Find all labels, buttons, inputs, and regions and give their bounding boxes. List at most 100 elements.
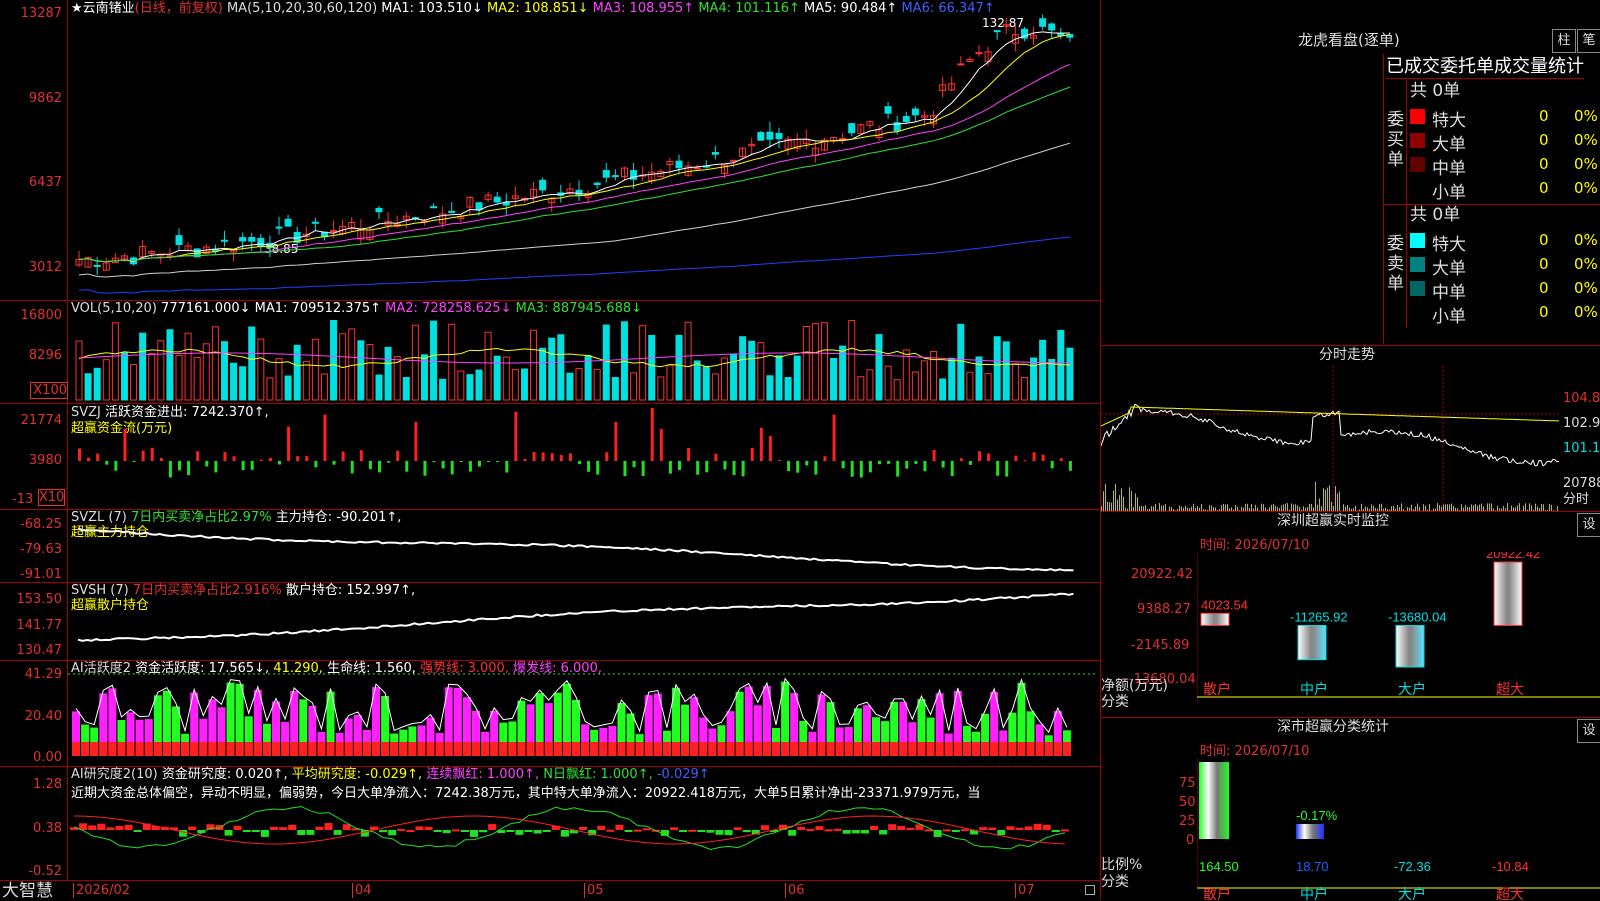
ma-line <box>79 64 1070 261</box>
candle <box>94 265 100 266</box>
activity-base <box>1054 742 1062 756</box>
activity-base <box>1027 742 1035 756</box>
fenshi-volume <box>1169 507 1170 511</box>
activity-base <box>627 742 635 756</box>
activity-base <box>299 742 307 756</box>
activity-base <box>127 742 135 756</box>
monitor-x-title: 分类 <box>1101 695 1129 710</box>
volume-bar <box>294 345 300 400</box>
buy-total: 共 0单 <box>1410 82 1460 101</box>
right-panel[interactable]: 龙虎看盘(逐单) 柱 笔 已成交委托单成交量统计 委买单 共 0单 特大00%大… <box>1101 0 1600 900</box>
research-bar <box>225 830 233 836</box>
fenshi-volume <box>1345 506 1346 511</box>
svsh-panel[interactable]: 153.50 141.77 130.47 SVSH (7) 7日内买卖净占比2.… <box>0 582 1100 661</box>
flow-bar <box>423 461 426 476</box>
activity-base <box>145 742 153 756</box>
flow-bar <box>878 461 881 464</box>
flow-bar <box>905 461 908 469</box>
monitor-category: 超大 <box>1496 681 1524 697</box>
volume-bar <box>485 332 491 400</box>
fenshi-volume <box>1539 508 1540 511</box>
stats-settings-button[interactable]: 设 <box>1577 719 1600 743</box>
x-axis: 大智慧 2026/02 04 05 06 07 <box>0 880 1100 901</box>
volume-bar <box>1012 364 1018 400</box>
activity-base <box>163 742 171 756</box>
volume-bar <box>985 373 991 400</box>
activity-base <box>590 742 598 756</box>
volume-bar <box>476 370 482 400</box>
activity-base <box>817 742 825 756</box>
volume-bar <box>1049 359 1055 400</box>
fenshi-volume <box>1321 506 1322 511</box>
fenshi-volume <box>1449 504 1450 511</box>
fenshi-volume <box>1535 504 1536 511</box>
activity-base <box>227 742 235 756</box>
research-bar <box>252 830 260 832</box>
activity-base <box>617 742 625 756</box>
research-bar <box>634 830 642 832</box>
volume-bar <box>749 341 755 400</box>
activity-base <box>572 742 580 756</box>
activity-base <box>181 742 189 756</box>
volume-bar <box>921 361 927 400</box>
flow-bar <box>242 461 245 470</box>
volume-panel[interactable]: 16800 8296 X100 VOL(5,10,20) 777161.000↓… <box>0 300 1100 404</box>
ai-activity-panel[interactable]: 41.29 20.40 0.00 AI活跃度2 资金活跃度: 17.565↓, … <box>0 660 1100 767</box>
fenshi-volume <box>1121 488 1122 511</box>
stats-value: -10.84 <box>1492 859 1529 874</box>
svzj-panel[interactable]: 21774 3980 -13 X10 SVZJ 活跃资金进出: 7242.370… <box>0 403 1100 510</box>
flow-bar <box>978 451 981 461</box>
tick-view-button[interactable]: 笔 <box>1577 29 1600 53</box>
fenshi-volume <box>1331 502 1332 511</box>
fenshi-volume <box>1235 505 1236 511</box>
activity-base <box>108 742 116 756</box>
fenshi-volume <box>1495 510 1496 511</box>
sell-row-count: 0 <box>1539 303 1549 321</box>
ai-research-panel[interactable]: 1.28 0.38 -0.52 AI研究度2(10) 资金研究度: 0.020↑… <box>0 766 1100 880</box>
bar-view-button[interactable]: 柱 <box>1552 29 1576 53</box>
fenshi-volume <box>1117 499 1118 511</box>
holding-line <box>78 594 1074 641</box>
flow-bar <box>842 461 845 468</box>
flow-bar <box>951 461 954 476</box>
candle <box>594 183 600 184</box>
lhb-tabs[interactable]: 已成交委托单成交量统计 <box>1386 56 1584 79</box>
fenshi-volume <box>1439 505 1440 511</box>
flow-bar <box>814 461 817 475</box>
fenshi-volume <box>1103 491 1104 511</box>
main-chart-area[interactable]: 13287 9862 6437 3012 ★云南锗业(日线，前复权) MA(5,… <box>0 0 1101 900</box>
volume-bar <box>349 329 355 400</box>
monitor-panel[interactable]: 深圳超赢实时监控 设 时间: 2026/07/10 20922.42 9388.… <box>1101 512 1600 718</box>
volume-bar <box>631 373 637 400</box>
fenshi-volume <box>1197 506 1198 511</box>
flow-bar <box>969 461 972 465</box>
stats-panel[interactable]: 深市超赢分类统计 设 时间: 2026/07/10 75 50 25 0 比例%… <box>1101 718 1600 900</box>
candlestick-chart[interactable] <box>68 0 1100 300</box>
flow-bar <box>160 458 163 461</box>
price-panel[interactable]: 13287 9862 6437 3012 ★云南锗业(日线，前复权) MA(5,… <box>0 0 1100 301</box>
activity-base <box>654 742 662 756</box>
fenshi-volume <box>1519 503 1520 511</box>
activity-base <box>436 742 444 756</box>
activity-base <box>781 742 789 756</box>
fenshi-volume <box>1465 505 1466 511</box>
fenshi-chart[interactable] <box>1101 366 1563 511</box>
flow-bar <box>114 461 117 471</box>
svzj-axis-label: 3980 <box>0 453 62 468</box>
monitor-settings-button[interactable]: 设 <box>1577 513 1600 537</box>
stats-bar <box>1296 824 1324 839</box>
fenshi-volume <box>1467 507 1468 511</box>
fenshi-volume <box>1105 484 1106 511</box>
fenshi-volume <box>1371 504 1372 511</box>
volume-bar <box>303 361 309 400</box>
flow-bar <box>151 448 154 461</box>
monitor-chart: 4023.54散户-11265.92中户-13680.04大户20922.42超… <box>1197 552 1600 717</box>
volume-bar <box>812 324 818 400</box>
svzl-panel[interactable]: -68.25 -79.63 -91.01 SVZL (7) 7日内买卖净占比2.… <box>0 509 1100 583</box>
fenshi-volume <box>1343 504 1344 511</box>
lock-icon[interactable] <box>1085 885 1095 895</box>
lhb-panel[interactable]: 龙虎看盘(逐单) 柱 笔 已成交委托单成交量统计 委买单 共 0单 特大00%大… <box>1101 0 1600 346</box>
candle <box>331 231 337 232</box>
fenshi-panel[interactable]: 分时走势 104.8 102.9 101.1 20788 分时 <box>1101 346 1600 512</box>
flow-bar <box>833 415 836 461</box>
